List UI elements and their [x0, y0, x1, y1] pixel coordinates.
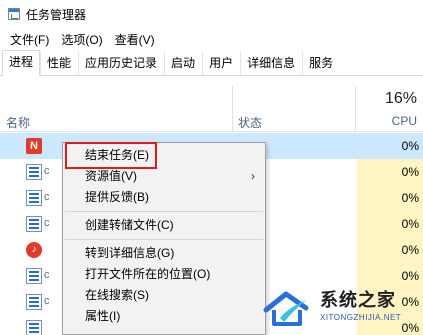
column-divider[interactable]	[232, 86, 233, 132]
cpu-cell: 0%	[357, 237, 423, 263]
tab-processes[interactable]: 进程	[2, 50, 41, 76]
cpu-cell: 0%	[357, 159, 423, 185]
cpu-total-usage: 16%	[384, 90, 417, 107]
cpu-cell: 0%	[357, 211, 423, 237]
column-header: 名称 状态 16% CPU	[0, 76, 423, 132]
window-icon	[26, 190, 42, 206]
tab-details[interactable]: 详细信息	[240, 51, 302, 75]
window-icon	[26, 164, 42, 180]
menu-bar: 文件(F) 选项(O) 查看(V)	[0, 28, 161, 50]
window-icon	[26, 216, 42, 232]
chevron-right-icon: ›	[251, 169, 255, 183]
house-logo-icon	[263, 291, 309, 326]
column-name[interactable]: 名称	[6, 114, 30, 131]
menu-separator	[65, 211, 263, 212]
tab-performance[interactable]: 性能	[40, 51, 78, 75]
watermark-subtitle: XITONGZHIJIA.NET	[320, 313, 402, 322]
menu-properties[interactable]: 属性(I)	[63, 306, 265, 327]
watermark: 系统之家 XITONGZHIJIA.NET	[262, 286, 423, 335]
column-status[interactable]: 状态	[238, 114, 262, 131]
menu-create-dump[interactable]: 创建转储文件(C)	[63, 215, 265, 236]
menu-file[interactable]: 文件(F)	[4, 31, 55, 48]
title-bar: 任务管理器	[0, 0, 423, 28]
tab-startup[interactable]: 启动	[164, 51, 202, 75]
task-manager-icon	[8, 8, 20, 20]
menu-provide-feedback[interactable]: 提供反馈(B)	[63, 187, 265, 208]
menu-search-online[interactable]: 在线搜索(S)	[63, 285, 265, 306]
column-cpu[interactable]: CPU	[392, 114, 417, 128]
window-title: 任务管理器	[26, 7, 87, 22]
netease-n-icon: N	[26, 138, 42, 154]
window-icon	[26, 320, 42, 335]
menu-separator	[65, 239, 263, 240]
menu-open-file-location[interactable]: 打开文件所在的位置(O)	[63, 264, 265, 285]
menu-resource-values-label: 资源值(V)	[85, 169, 137, 183]
window-icon	[26, 294, 42, 310]
menu-options[interactable]: 选项(O)	[55, 31, 108, 48]
column-divider[interactable]	[355, 86, 356, 132]
menu-go-to-details[interactable]: 转到详细信息(G)	[63, 243, 265, 264]
menu-view[interactable]: 查看(V)	[109, 31, 161, 48]
cpu-cell: 0%	[357, 133, 423, 159]
netease-music-icon: ♪	[26, 242, 42, 258]
cpu-cell: 0%	[357, 185, 423, 211]
watermark-title: 系统之家	[320, 290, 396, 310]
tab-services[interactable]: 服务	[302, 51, 340, 75]
tab-users[interactable]: 用户	[202, 51, 240, 75]
context-menu: 结束任务(E) 资源值(V) › 提供反馈(B) 创建转储文件(C) 转到详细信…	[62, 142, 266, 335]
window-icon	[26, 268, 42, 284]
tab-bar: 进程 性能 应用历史记录 启动 用户 详细信息 服务	[0, 50, 423, 76]
menu-resource-values[interactable]: 资源值(V) ›	[63, 166, 265, 187]
highlight-box	[65, 142, 157, 169]
tab-app-history[interactable]: 应用历史记录	[78, 51, 164, 75]
